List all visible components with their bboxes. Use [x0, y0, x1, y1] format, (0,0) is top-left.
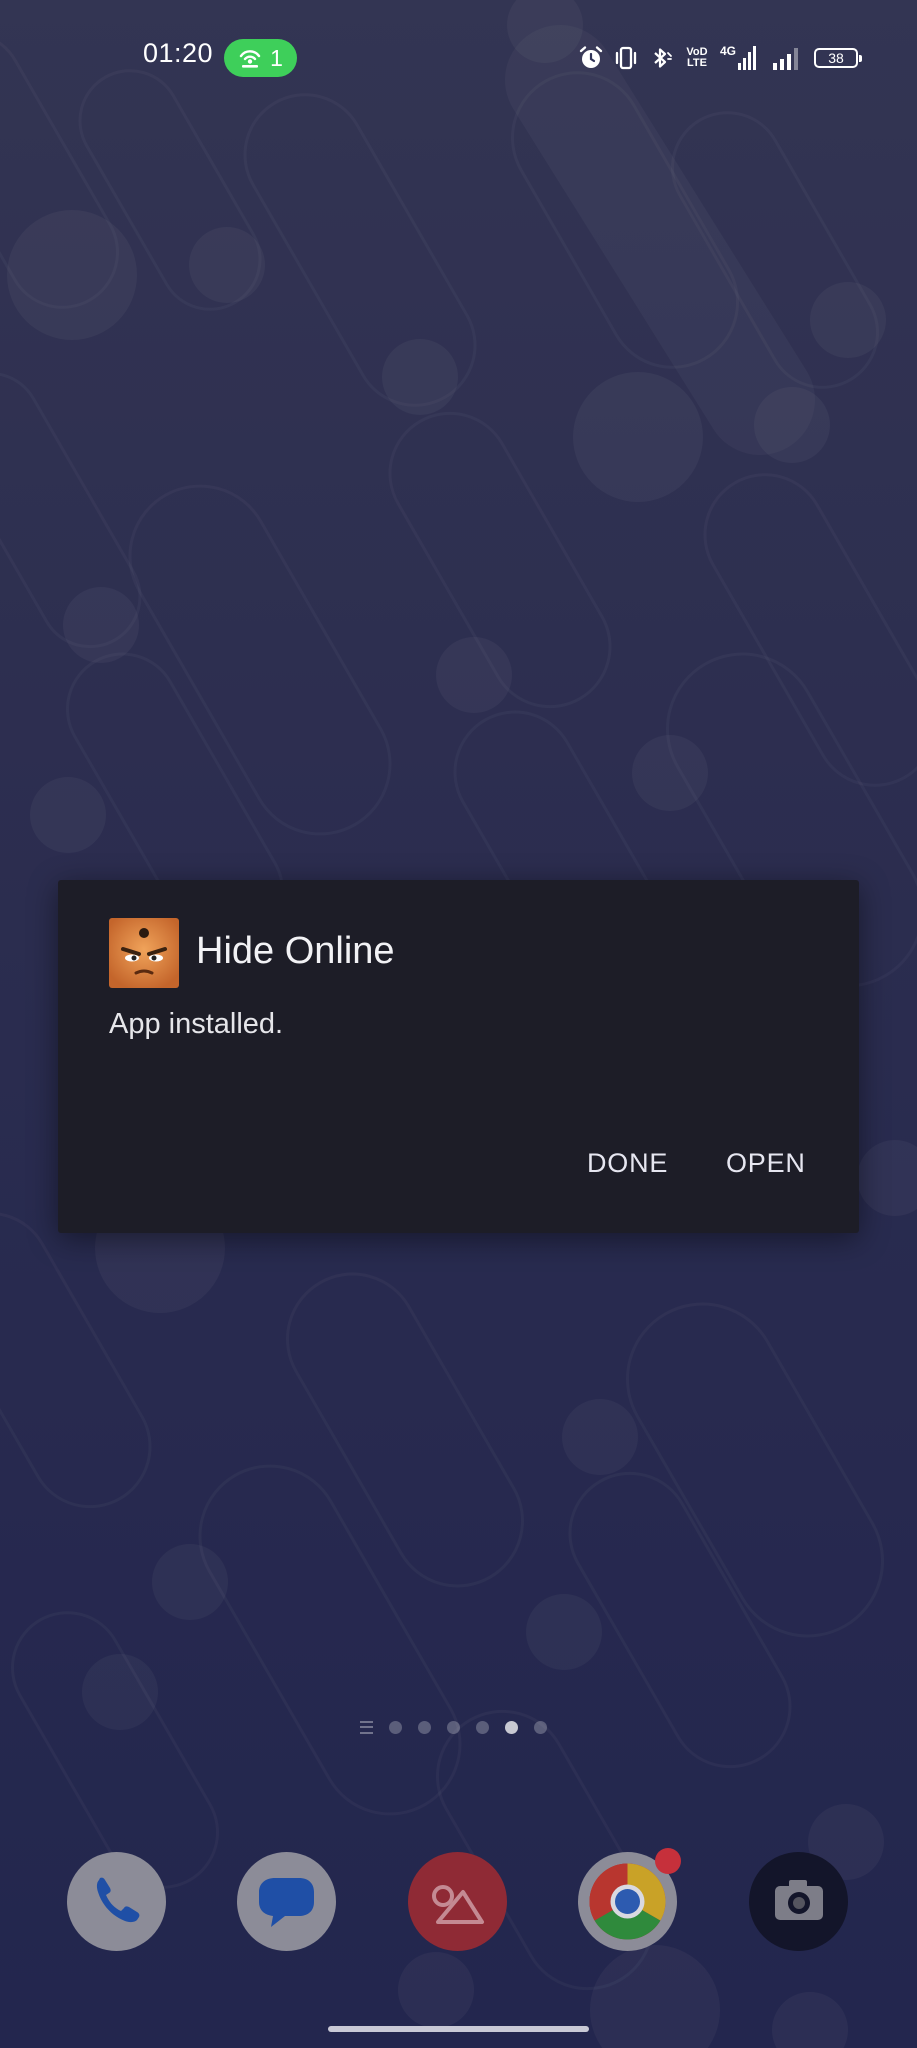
page-dot-active [505, 1720, 518, 1734]
vibrate-icon [615, 46, 637, 70]
battery-icon: 38 [814, 48, 863, 68]
chrome-app[interactable] [578, 1848, 681, 1951]
messages-icon [237, 1852, 336, 1951]
home-gesture-bar[interactable] [328, 2026, 589, 2032]
volte-icon: VoD LTE [686, 46, 708, 69]
page-dot [418, 1720, 431, 1734]
page-indicator[interactable] [360, 1717, 547, 1737]
status-time: 01:20 [143, 38, 214, 68]
page-dot [534, 1720, 547, 1734]
camera-app[interactable] [749, 1852, 848, 1951]
page-dot [476, 1720, 489, 1734]
hotspot-count: 1 [270, 44, 283, 71]
angry-face-icon [109, 918, 179, 988]
battery-level: 38 [828, 50, 844, 66]
page-dot [447, 1720, 460, 1734]
phone-icon [67, 1852, 166, 1951]
signal-icon [773, 48, 799, 70]
hotspot-indicator[interactable]: 1 [224, 39, 297, 77]
gallery-icon [408, 1852, 507, 1951]
status-icons: VoD LTE 4G 38 [578, 44, 863, 72]
bluetooth-icon [654, 48, 672, 68]
app-drawer-indicator [360, 1720, 373, 1734]
camera-icon [749, 1852, 848, 1951]
network-type: 4G [720, 44, 737, 58]
notification-badge [655, 1848, 681, 1874]
home-screen: 01:20 1 VoD LTE 4G 38 Hide Online App in… [0, 0, 917, 2048]
signal-bars-icon [738, 46, 757, 70]
page-dot [389, 1720, 402, 1734]
app-icon [109, 918, 179, 988]
dialog-app-name: Hide Online [196, 930, 395, 972]
done-button[interactable]: DONE [587, 1148, 668, 1179]
alarm-icon [579, 46, 603, 68]
gallery-app[interactable] [408, 1852, 507, 1951]
messages-app[interactable] [237, 1852, 336, 1951]
hotspot-icon [239, 50, 261, 68]
dialog-message: App installed. [109, 1008, 284, 1040]
app-installed-dialog: Hide Online App installed. DONE OPEN [58, 880, 859, 1233]
open-button[interactable]: OPEN [726, 1148, 806, 1179]
phone-app[interactable] [67, 1852, 166, 1951]
signal-4g-icon: 4G [720, 44, 757, 70]
